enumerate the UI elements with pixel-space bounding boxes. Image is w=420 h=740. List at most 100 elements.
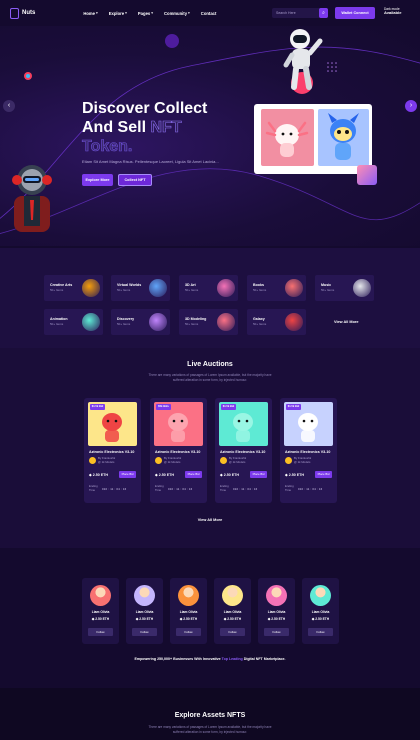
auctions-view-all-link[interactable]: View All More [0,518,420,522]
auction-name[interactable]: Aztronic Electronics V3-10 [89,450,141,454]
place-bid-button[interactable]: Place Bid [250,471,267,478]
place-bid-button[interactable]: Place Bid [119,471,136,478]
place-bid-button[interactable]: Place Bid [315,471,332,478]
category-count: 50+ Items [117,322,131,326]
follow-button[interactable]: Follow [88,628,113,636]
category-card[interactable]: Virtual Worlds 50+ Items [111,275,170,301]
search-button[interactable]: ⌕ [319,8,328,18]
category-thumbnail [285,313,303,331]
explore-more-button[interactable]: Explore More [82,174,113,186]
auction-price: ◆ 2.50 ETH [220,473,239,477]
category-name: Music [321,283,332,287]
auction-card[interactable]: $1.5k Bid Aztronic Electronics V3-10 By Fr… [215,398,272,503]
logo[interactable]: Nuts [10,7,35,19]
seller-price: ◆ 2.50 ETH [302,617,339,621]
category-card[interactable]: Creative Arts 50+ Items [44,275,103,301]
countdown-timer: 010 : 11 : 04 : 16 [233,487,258,491]
chevron-down-icon: ▾ [151,11,153,15]
auction-card[interactable]: $5k Bids Aztronic Electronics V3-10 By Fra… [150,398,207,503]
follow-button[interactable]: Follow [132,628,157,636]
nav-item-pages[interactable]: Pages ▾ [138,11,153,16]
category-card[interactable]: Galaxy 50+ Items [247,309,306,335]
creator-handle: @ 1k Models [294,459,311,464]
auction-card[interactable]: $1.5k Bid Aztronic Electronics V3-10 By Fr… [84,398,141,503]
seller-avatar [90,585,111,606]
empower-text: Empowering 250,000+ Businesses With Inno… [134,657,222,661]
auction-name[interactable]: Aztronic Electronics V3-10 [220,450,272,454]
category-name: Discovery [117,317,135,321]
category-count: 50+ Items [117,288,131,292]
robot-illustration [12,165,52,232]
hero-title: Discover Collect And Sell NFT Token. [82,99,252,156]
countdown-timer: 010 : 11 : 04 : 16 [102,487,127,491]
auction-price: ◆ 2.50 ETH [89,473,108,477]
seller-price: ◆ 2.50 ETH [82,617,119,621]
price-value: 2.50 ETH [158,473,174,477]
hero-prev-arrow[interactable]: ‹ [3,100,15,112]
nav-label: Pages [137,10,151,16]
nav-item-explore[interactable]: Explore ▾ [109,11,127,16]
dark-mode-value: Available [384,10,402,15]
seller-card[interactable]: Liam Olivia ◆ 2.50 ETH Follow [82,578,119,644]
seller-price: ◆ 2.50 ETH [214,617,251,621]
seller-card[interactable]: Liam Olivia ◆ 2.50 ETH Follow [302,578,339,644]
category-card[interactable]: Books 50+ Items [247,275,306,301]
follow-button[interactable]: Follow [308,628,333,636]
page: Nuts Home ▾ Explore ▾ Pages ▾ Community ▾ Co… [0,0,420,740]
dark-mode-toggle[interactable]: Dark mode Available [384,7,401,15]
category-card[interactable]: 3D Art 50+ Items [179,275,238,301]
seller-card[interactable]: Liam Olivia ◆ 2.50 ETH Follow [214,578,251,644]
auction-name[interactable]: Aztronic Electronics V3-10 [155,450,207,454]
seller-card[interactable]: Liam Olivia ◆ 2.50 ETH Follow [126,578,163,644]
hero-nft-card[interactable] [261,109,314,166]
price-value: 2.50 ETH [92,473,108,477]
place-bid-button[interactable]: Place Bid [185,471,202,478]
creator-avatar [220,457,227,464]
seller-name: Liam Olivia [91,610,110,614]
nav-item-contact[interactable]: Contact [201,11,217,16]
explore-subtitle-line2: suffered alteration in some form, by inj… [172,730,248,734]
logo-icon [10,7,19,19]
seller-card[interactable]: Liam Olivia ◆ 2.50 ETH Follow [258,578,295,644]
top-sellers-section [0,550,420,685]
category-card[interactable]: 3D Modeling 50+ Items [179,309,238,335]
category-card[interactable]: Animation 50+ Items [44,309,103,335]
seller-avatar [222,585,243,606]
follow-button[interactable]: Follow [220,628,245,636]
live-auctions-title: Live Auctions [187,361,233,368]
auction-name[interactable]: Aztronic Electronics V3-10 [285,450,337,454]
empowering-text: Empowering 250,000+ Businesses With Inno… [0,657,420,661]
cube-decoration [357,165,377,185]
category-thumbnail [285,279,303,297]
price-value: 2.50 ETH [288,473,304,477]
category-card[interactable]: Discovery 50+ Items [111,309,170,335]
nav-item-home[interactable]: Home ▾ [83,11,97,16]
category-card[interactable]: Music 50+ Items [315,275,374,301]
countdown-timer: 010 : 11 : 04 : 16 [168,487,193,491]
chevron-left-icon: ‹ [7,102,11,109]
creator-info: By Frankoshk @ 1k Models [294,456,311,464]
wallet-connect-button[interactable]: Wallet Connect [335,7,375,19]
axolotl-illustration [265,121,309,157]
hero-nft-card[interactable] [318,109,369,166]
creator-handle: @ 1k Models [229,459,246,464]
nav-item-community[interactable]: Community ▾ [164,11,190,16]
auction-card[interactable]: $1.5k Bid Aztronic Electronics V3-10 By Fr… [280,398,337,503]
follow-button[interactable]: Follow [176,628,201,636]
ending-time-label: Ending Time [89,484,98,492]
hero-next-arrow[interactable]: › [405,100,417,112]
hero-title-line2: And Sell NFT [82,118,252,137]
seller-card[interactable]: Liam Olivia ◆ 2.50 ETH Follow [170,578,207,644]
collect-nft-button[interactable]: Collect NFT [118,174,152,186]
seller-avatar [178,585,199,606]
nav-label: Home [83,10,95,16]
category-count: 50+ Items [185,322,199,326]
countdown-timer: 010 : 11 : 04 : 16 [298,487,323,491]
seller-price-value: 2.50 ETH [227,617,242,621]
ending-time-label: Ending Time [285,484,294,492]
price-value: 2.50 ETH [223,473,239,477]
seller-name: Liam Olivia [311,610,330,614]
empower-text: Digital NFT Marketplace. [242,657,286,661]
follow-button[interactable]: Follow [264,628,289,636]
categories-view-all-link[interactable]: View All More [334,320,358,324]
